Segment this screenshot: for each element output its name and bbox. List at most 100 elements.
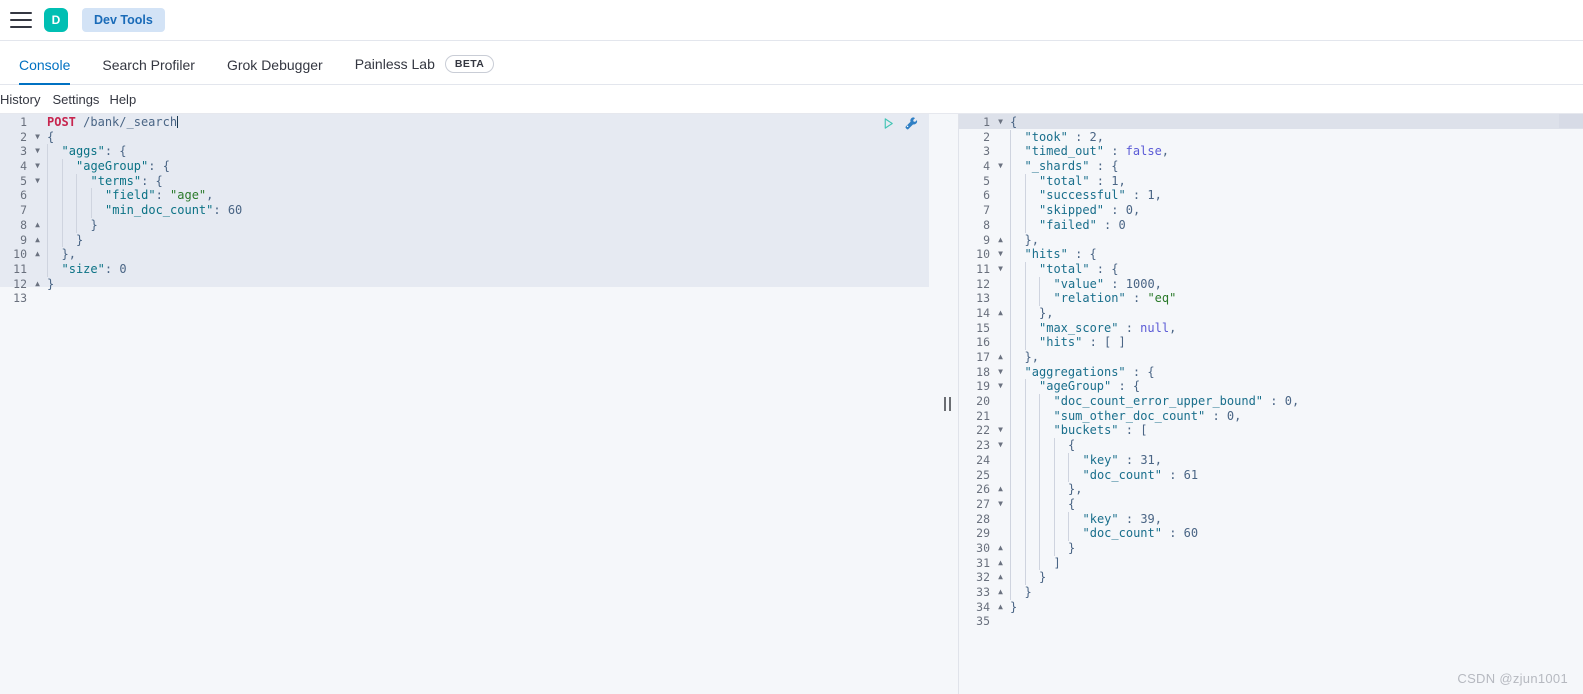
fold-down-icon[interactable]: ▼: [995, 115, 1006, 130]
code-text: "size": 0: [43, 261, 127, 277]
code-text: "total" : 1,: [1006, 173, 1126, 189]
code-token: },: [61, 247, 76, 262]
indent-guide: [1010, 482, 1025, 497]
fold-up-icon[interactable]: ▲: [32, 233, 43, 248]
indent-guide: [47, 203, 62, 218]
hamburger-menu-icon[interactable]: [10, 12, 32, 28]
pane-splitter[interactable]: [936, 114, 958, 694]
tab-search-profiler[interactable]: Search Profiler: [86, 57, 211, 84]
indent-guide: [1053, 511, 1069, 527]
fold-down-icon[interactable]: ▼: [995, 438, 1006, 453]
fold-up-icon[interactable]: ▲: [995, 585, 1006, 600]
code-token: "ageGroup": [1039, 379, 1112, 394]
line-number: 8: [983, 217, 990, 232]
fold-down-icon[interactable]: ▼: [995, 247, 1006, 262]
indent-guide: [1024, 276, 1040, 292]
submenu-item-settings[interactable]: Settings: [52, 92, 109, 107]
submenu-item-help[interactable]: Help: [109, 92, 146, 107]
indent-guide: [1010, 423, 1025, 439]
tab-console[interactable]: Console: [3, 57, 86, 85]
fold-down-icon[interactable]: ▼: [995, 262, 1006, 277]
line-number: 30: [976, 540, 990, 555]
tab-grok-debugger[interactable]: Grok Debugger: [211, 57, 339, 84]
play-icon[interactable]: [882, 117, 895, 130]
code-line: 25 "doc_count" : 61: [959, 467, 1583, 483]
line-number: 32: [976, 570, 990, 585]
code-token: "_shards": [1024, 159, 1090, 174]
fold-down-icon[interactable]: ▼: [995, 379, 1006, 394]
tab-painless-lab[interactable]: Painless Lab BETA: [339, 54, 511, 85]
code-line: 10 ▼ "hits" : {: [959, 247, 1583, 262]
fold-up-icon[interactable]: ▲: [995, 233, 1006, 248]
code-token: 1: [1147, 188, 1155, 203]
indent-guide: [47, 173, 62, 189]
code-token: "terms": [90, 173, 142, 188]
code-text: "relation" : "eq": [1006, 291, 1176, 306]
code-text: "took" : 2,: [1006, 129, 1104, 145]
fold-down-icon[interactable]: ▼: [32, 159, 43, 174]
code-token: ,: [1291, 394, 1300, 409]
code-token: "doc_count": [1082, 526, 1162, 541]
wrench-icon[interactable]: [904, 116, 918, 130]
line-number: 11: [13, 261, 27, 276]
code-token: }: [90, 217, 98, 232]
fold-up-icon[interactable]: ▲: [995, 570, 1006, 585]
line-number: 5: [20, 173, 27, 188]
response-viewer-pane[interactable]: 1 ▼{2 "took" : 2, 3 "timed_out" : false, 4 ▼ "_…: [958, 114, 1583, 694]
fold-up-icon[interactable]: ▲: [32, 277, 43, 292]
code-token: }: [1024, 585, 1032, 599]
request-code[interactable]: 1 POST /bank/_search 2 ▼{3 ▼ "aggs": {4 ▼ "ageG…: [0, 114, 936, 306]
code-line: 22 ▼ "buckets" : [: [959, 423, 1583, 439]
code-token: :: [1104, 276, 1126, 291]
code-token: "key": [1082, 511, 1119, 526]
indent-guide: [1010, 438, 1025, 453]
code-token: },: [1024, 232, 1039, 247]
fold-up-icon[interactable]: ▲: [995, 482, 1006, 497]
fold-down-icon[interactable]: ▼: [32, 130, 43, 145]
fold-down-icon[interactable]: ▼: [32, 174, 43, 189]
code-token: : {: [1089, 261, 1119, 276]
code-text: {: [1006, 496, 1075, 512]
code-token: :: [1161, 526, 1184, 541]
code-line: 12 "value" : 1000,: [959, 276, 1583, 292]
code-text: }: [43, 217, 98, 233]
code-token: :: [1205, 408, 1227, 423]
code-text: {: [1006, 115, 1017, 130]
request-editor-pane[interactable]: 1 POST /bank/_search 2 ▼{3 ▼ "aggs": {4 ▼ "ageG…: [0, 114, 936, 694]
code-token: :: [1067, 129, 1090, 144]
fold-up-icon[interactable]: ▲: [995, 350, 1006, 365]
code-token: null: [1140, 320, 1170, 335]
dev-tools-badge[interactable]: Dev Tools: [82, 8, 165, 32]
fold-up-icon[interactable]: ▲: [32, 218, 43, 233]
line-number: 15: [976, 320, 990, 335]
fold-up-icon[interactable]: ▲: [995, 306, 1006, 321]
code-text: "key" : 39,: [1006, 511, 1162, 527]
line-number: 9: [983, 232, 990, 247]
code-line: 10 ▲},: [0, 247, 936, 262]
line-number: 13: [13, 291, 27, 306]
fold-down-icon[interactable]: ▼: [32, 144, 43, 159]
fold-down-icon[interactable]: ▼: [995, 423, 1006, 438]
indent-guide: [76, 173, 91, 189]
line-number: 24: [976, 452, 990, 467]
indent-guide: [1053, 496, 1069, 512]
fold-up-icon[interactable]: ▲: [995, 556, 1006, 571]
code-line: 12 ▲}: [0, 277, 936, 292]
indent-guide: [90, 188, 106, 204]
line-number: 25: [976, 467, 990, 482]
code-text: },: [1006, 350, 1039, 365]
code-token: ,: [1161, 144, 1170, 159]
fold-up-icon[interactable]: ▲: [995, 541, 1006, 556]
line-number: 1: [20, 115, 27, 129]
code-text: }: [43, 232, 83, 248]
fold-up-icon[interactable]: ▲: [995, 600, 1006, 615]
indent-guide: [1010, 555, 1025, 571]
fold-down-icon[interactable]: ▼: [995, 159, 1006, 174]
fold-down-icon[interactable]: ▼: [995, 497, 1006, 512]
fold-up-icon[interactable]: ▲: [32, 247, 43, 262]
fold-down-icon[interactable]: ▼: [995, 365, 1006, 380]
indent-guide: [1010, 276, 1025, 292]
line-number: 10: [976, 247, 990, 262]
submenu-item-history[interactable]: History: [0, 92, 52, 107]
indent-guide: [90, 203, 106, 218]
